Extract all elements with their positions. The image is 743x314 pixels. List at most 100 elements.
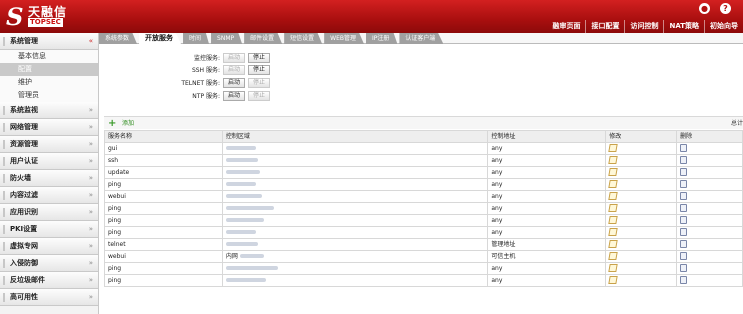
topnav-item[interactable]: NAT策略	[663, 20, 704, 33]
table-row[interactable]: ping any	[104, 274, 743, 287]
edit-icon[interactable]	[608, 144, 618, 152]
table-row[interactable]: ping any	[104, 214, 743, 227]
delete-icon[interactable]	[680, 252, 688, 260]
sidebar-section-2[interactable]: 资源管理 »	[0, 136, 98, 153]
expand-icon[interactable]: »	[89, 153, 93, 170]
edit-icon[interactable]	[608, 192, 618, 200]
sidebar-section-1[interactable]: 网络管理 »	[0, 119, 98, 136]
expand-icon[interactable]: »	[89, 221, 93, 238]
topnav-item[interactable]: 初始向导	[704, 20, 743, 33]
table-row[interactable]: update any	[104, 166, 743, 179]
start-button[interactable]: 启动	[223, 90, 246, 101]
tab-6[interactable]: WEB管理	[324, 33, 364, 44]
edit-icon[interactable]	[608, 180, 618, 188]
table-row[interactable]: webui 内网 可信主机	[104, 250, 743, 263]
sidebar-section-label: PKI设置	[10, 225, 38, 233]
topnav-item[interactable]: 融审页面	[547, 20, 585, 33]
tab-1[interactable]: 开放服务	[139, 33, 182, 44]
sidebar-item-1[interactable]: 配置	[0, 63, 98, 76]
table-row[interactable]: gui any	[104, 142, 743, 155]
expand-icon[interactable]: »	[89, 238, 93, 255]
table-row[interactable]: ssh any	[104, 154, 743, 167]
tab-8[interactable]: 认证客户端	[399, 33, 444, 44]
topnav-item[interactable]: 接口配置	[585, 20, 624, 33]
delete-icon[interactable]	[680, 228, 688, 236]
sidebar-section-11[interactable]: 高可用性 »	[0, 289, 98, 306]
sidebar-item-3[interactable]: 管理员	[0, 89, 98, 102]
stop-button[interactable]: 停止	[248, 77, 271, 88]
delete-icon[interactable]	[680, 192, 688, 200]
edit-icon[interactable]	[608, 264, 618, 272]
edit-icon[interactable]	[608, 168, 618, 176]
delete-icon[interactable]	[680, 240, 688, 248]
sidebar-section-9[interactable]: 入侵防御 »	[0, 255, 98, 272]
table-row[interactable]: ping any	[104, 262, 743, 275]
stop-button[interactable]: 停止	[248, 90, 271, 101]
add-button[interactable]: 添加	[122, 117, 134, 130]
expand-icon[interactable]: »	[89, 289, 93, 306]
service-row: 监控服务: 启动 停止	[160, 52, 271, 63]
expand-icon[interactable]: »	[89, 204, 93, 221]
delete-icon[interactable]	[680, 264, 688, 272]
stop-button[interactable]: 停止	[248, 52, 271, 63]
expand-icon[interactable]: »	[89, 119, 93, 136]
sidebar-item-0[interactable]: 基本信息	[0, 50, 98, 63]
start-button[interactable]: 启动	[223, 52, 246, 63]
col-header-area[interactable]: 控制区域	[221, 130, 489, 143]
edit-icon[interactable]	[608, 276, 618, 284]
col-header-service[interactable]: 服务名称	[104, 130, 223, 143]
delete-icon[interactable]	[680, 168, 688, 176]
table-row[interactable]: ping any	[104, 226, 743, 239]
delete-icon[interactable]	[680, 204, 688, 212]
edit-icon[interactable]	[608, 204, 618, 212]
edit-icon[interactable]	[608, 228, 618, 236]
sidebar-section-system-management[interactable]: 系统管理 «	[0, 33, 98, 50]
delete-icon[interactable]	[680, 180, 688, 188]
lock-icon[interactable]: ●	[699, 3, 710, 14]
expand-icon[interactable]: »	[89, 136, 93, 153]
sidebar-section-3[interactable]: 用户认证 »	[0, 153, 98, 170]
sidebar-section-8[interactable]: 虚拟专网 »	[0, 238, 98, 255]
col-header-address[interactable]: 控制地址	[487, 130, 607, 143]
expand-icon[interactable]: »	[89, 272, 93, 289]
service-row: SSH 服务: 启动 停止	[160, 64, 271, 75]
expand-icon[interactable]: »	[89, 255, 93, 272]
add-icon[interactable]: +	[108, 118, 116, 129]
table-row[interactable]: telnet 管理地址	[104, 238, 743, 251]
sidebar-section-10[interactable]: 反垃圾邮件 »	[0, 272, 98, 289]
topnav-item[interactable]: 访问控制	[624, 20, 663, 33]
service-name: SSH 服务:	[191, 67, 220, 74]
edit-icon[interactable]	[608, 216, 618, 224]
edit-icon[interactable]	[608, 252, 618, 260]
table-row[interactable]: ping any	[104, 178, 743, 191]
sidebar-item-2[interactable]: 维护	[0, 76, 98, 89]
tab-2[interactable]: 时间	[183, 33, 210, 44]
collapse-icon[interactable]: «	[89, 33, 93, 50]
stop-button[interactable]: 停止	[248, 64, 271, 75]
start-button[interactable]: 启动	[223, 77, 246, 88]
delete-icon[interactable]	[680, 216, 688, 224]
expand-icon[interactable]: »	[89, 102, 93, 119]
sidebar-section-6[interactable]: 应用识别 »	[0, 204, 98, 221]
sidebar-section-7[interactable]: PKI设置 »	[0, 221, 98, 238]
sidebar-section-0[interactable]: 系统监视 »	[0, 102, 98, 119]
delete-icon[interactable]	[680, 156, 688, 164]
expand-icon[interactable]: »	[89, 170, 93, 187]
table-row[interactable]: ping any	[104, 202, 743, 215]
edit-icon[interactable]	[608, 240, 618, 248]
tab-0[interactable]: 系统参数	[99, 33, 138, 44]
table-row[interactable]: webui any	[104, 190, 743, 203]
tab-5[interactable]: 短信设置	[284, 33, 323, 44]
tab-3[interactable]: SNMP	[211, 33, 243, 44]
delete-icon[interactable]	[680, 276, 688, 284]
expand-icon[interactable]: »	[89, 187, 93, 204]
tab-4[interactable]: 邮件设置	[244, 33, 283, 44]
start-button[interactable]: 启动	[223, 64, 246, 75]
help-icon[interactable]: ?	[720, 3, 731, 14]
edit-icon[interactable]	[608, 156, 618, 164]
delete-icon[interactable]	[680, 144, 688, 152]
tab-7[interactable]: IP注册	[366, 33, 398, 44]
service-name: 监控服务:	[193, 55, 220, 62]
sidebar-section-4[interactable]: 防火墙 »	[0, 170, 98, 187]
sidebar-section-5[interactable]: 内容过滤 »	[0, 187, 98, 204]
